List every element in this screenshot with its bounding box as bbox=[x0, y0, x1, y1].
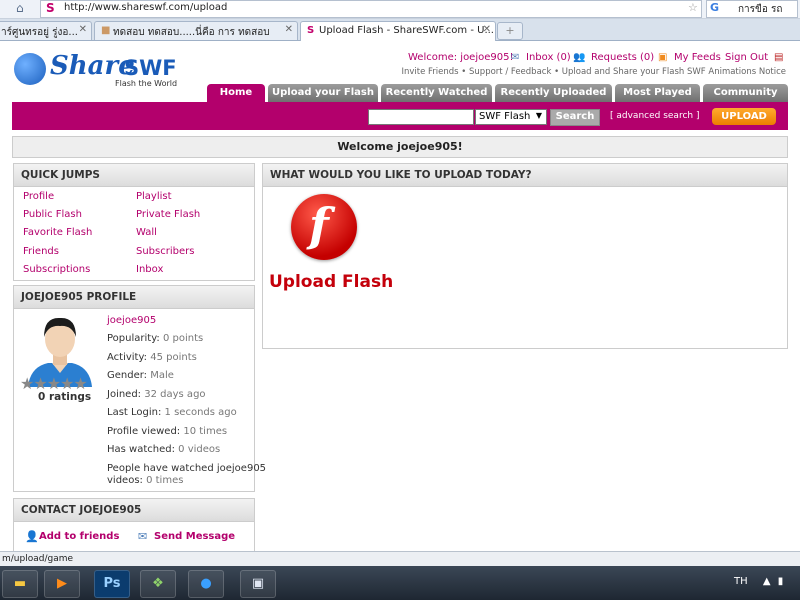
mail-icon: ✉ bbox=[138, 530, 148, 543]
browser-tab-active[interactable]: S Upload Flash - ShareSWF.com - U... ✕ bbox=[300, 21, 496, 41]
quick-jump-subscribers[interactable]: Subscribers bbox=[136, 246, 194, 257]
close-icon[interactable]: ✕ bbox=[285, 24, 293, 35]
stat-has-watched: Has watched: 0 videos bbox=[107, 444, 221, 455]
nav-tab-home[interactable]: Home bbox=[207, 84, 265, 102]
browser-tab-label: ทดสอบ ทดสอบ.....นี่คือ การ ทดสอบ bbox=[113, 27, 270, 38]
logo-tagline: Flash the World bbox=[115, 79, 178, 88]
site-logo[interactable]: Share SWF Flash the World bbox=[14, 51, 214, 91]
quick-jump-friends[interactable]: Friends bbox=[23, 246, 59, 257]
advanced-search-link[interactable]: [ advanced search ] bbox=[610, 111, 699, 121]
mail-icon: ✉ bbox=[511, 52, 520, 63]
search-type-value: SWF Flash bbox=[479, 111, 531, 122]
quick-jump-favorite-flash[interactable]: Favorite Flash bbox=[23, 227, 92, 238]
upload-options-panel: WHAT WOULD YOU LIKE TO UPLOAD TODAY? f U… bbox=[262, 163, 788, 349]
language-indicator[interactable]: TH bbox=[734, 576, 748, 587]
quick-jump-public-flash[interactable]: Public Flash bbox=[23, 209, 82, 220]
profile-username-link[interactable]: joejoe905 bbox=[107, 315, 156, 326]
ratings-count: 0 ratings bbox=[38, 391, 92, 403]
quick-jumps-panel: QUICK JUMPS Profile Public Flash Favorit… bbox=[13, 163, 255, 281]
globe-icon bbox=[14, 53, 46, 85]
messenger-icon[interactable]: ❖ bbox=[140, 570, 176, 598]
tab-favicon-icon: ■ bbox=[101, 25, 111, 36]
search-button[interactable]: Search bbox=[550, 109, 600, 126]
browser-tab-strip: าร์ศูนทรอยู่ รู่งอ... ✕ ■ ทดสอบ ทดสอบ...… bbox=[0, 19, 800, 41]
upload-options-title: WHAT WOULD YOU LIKE TO UPLOAD TODAY? bbox=[263, 164, 787, 187]
close-icon[interactable]: ✕ bbox=[79, 24, 87, 35]
welcome-text: Welcome: joejoe905! bbox=[408, 52, 513, 63]
media-player-icon[interactable]: ▶ bbox=[44, 570, 80, 598]
requests-link[interactable]: Requests (0) bbox=[591, 52, 654, 63]
google-icon[interactable]: G bbox=[710, 1, 719, 14]
tray-arrow-icon[interactable]: ▲ bbox=[763, 576, 771, 587]
quick-jump-subscriptions[interactable]: Subscriptions bbox=[23, 264, 90, 275]
quick-jump-wall[interactable]: Wall bbox=[136, 227, 157, 238]
nav-tab-recently-watched[interactable]: Recently Watched bbox=[381, 84, 492, 102]
welcome-user-link[interactable]: Welcome: joejoe905! bbox=[408, 52, 513, 63]
quick-jump-playlist[interactable]: Playlist bbox=[136, 191, 172, 202]
upload-button[interactable]: UPLOAD bbox=[712, 108, 776, 125]
chevron-down-icon: ▼ bbox=[535, 111, 542, 120]
quick-jumps-title: QUICK JUMPS bbox=[14, 164, 254, 187]
browser-tab-label: าร์ศูนทรอยู่ รู่งอ... bbox=[1, 27, 78, 38]
user-bar: Welcome: joejoe905! ✉ Inbox (0) 👥 Reques… bbox=[360, 52, 788, 66]
sign-out-link[interactable]: Sign Out bbox=[725, 52, 768, 63]
address-bar: ⌂ S http://www.shareswf.com/upload ☆ G ก… bbox=[0, 0, 800, 19]
profile-panel: JOEJOE905 PROFILE ★★★★★ 0 ratings joejoe… bbox=[13, 285, 266, 492]
upload-flash-link[interactable]: Upload Flash bbox=[269, 272, 393, 292]
search-type-select[interactable]: SWF Flash ▼ bbox=[475, 109, 547, 125]
photoshop-icon[interactable]: Ps bbox=[94, 570, 130, 598]
browser-status-bar: m/upload/game bbox=[0, 551, 800, 567]
url-text: http://www.shareswf.com/upload bbox=[64, 2, 228, 13]
search-engine-text: การขือ รถ bbox=[738, 4, 783, 15]
stat-people-watched: People have watched joejoe905 bbox=[107, 463, 267, 474]
requests-icon: 👥 bbox=[573, 52, 586, 63]
search-input[interactable] bbox=[368, 109, 474, 125]
nav-tab-community[interactable]: Community bbox=[703, 84, 788, 102]
contact-panel: CONTACT JOEJOE905 👤 Add to friends ✉ Sen… bbox=[13, 498, 255, 558]
browser-tab-2[interactable]: ■ ทดสอบ ทดสอบ.....นี่คือ การ ทดสอบ ✕ bbox=[94, 21, 298, 40]
firefox-icon[interactable]: ● bbox=[188, 570, 224, 598]
home-icon[interactable]: ⌂ bbox=[16, 1, 32, 15]
nav-tab-most-played[interactable]: Most Played bbox=[615, 84, 700, 102]
welcome-banner: Welcome joejoe905! bbox=[12, 136, 788, 158]
nav-tab-recently-uploaded[interactable]: Recently Uploaded bbox=[495, 84, 612, 102]
inbox-link[interactable]: Inbox (0) bbox=[526, 52, 571, 63]
header-tagline[interactable]: Invite Friends • Support / Feedback • Up… bbox=[380, 67, 786, 77]
browser-tab-label: Upload Flash - ShareSWF.com - U... bbox=[319, 25, 494, 36]
new-tab-button[interactable]: + bbox=[497, 22, 523, 40]
flash-icon[interactable]: f bbox=[291, 194, 357, 260]
add-friend-icon: 👤 bbox=[25, 530, 39, 543]
profile-title: JOEJOE905 PROFILE bbox=[14, 286, 254, 309]
system-tray: TH ▲ ▮ bbox=[734, 576, 783, 587]
stat-gender: Gender: Male bbox=[107, 370, 174, 381]
browser-tab-1[interactable]: าร์ศูนทรอยู่ รู่งอ... ✕ bbox=[0, 21, 92, 40]
logo-share-text: Share bbox=[50, 51, 135, 81]
site-favicon-icon: S bbox=[46, 1, 55, 15]
add-friend-link[interactable]: Add to friends bbox=[39, 531, 119, 542]
stat-last-login: Last Login: 1 seconds ago bbox=[107, 407, 237, 418]
nav-tab-upload[interactable]: Upload your Flash bbox=[268, 84, 378, 102]
stat-activity: Activity: 45 points bbox=[107, 352, 197, 363]
folder-icon[interactable]: ▬ bbox=[2, 570, 38, 598]
bookmark-star-icon[interactable]: ☆ bbox=[688, 1, 698, 14]
stat-popularity: Popularity: 0 points bbox=[107, 333, 204, 344]
send-message-link[interactable]: Send Message bbox=[154, 531, 235, 542]
close-icon[interactable]: ✕ bbox=[483, 24, 491, 35]
contact-title: CONTACT JOEJOE905 bbox=[14, 499, 254, 522]
program-window-icon[interactable]: ▣ bbox=[240, 570, 276, 598]
quick-jump-private-flash[interactable]: Private Flash bbox=[136, 209, 200, 220]
my-feeds-link[interactable]: My Feeds bbox=[674, 52, 721, 63]
quick-jump-inbox[interactable]: Inbox bbox=[136, 264, 163, 275]
network-icon[interactable]: ▮ bbox=[778, 576, 784, 587]
quick-jump-profile[interactable]: Profile bbox=[23, 191, 54, 202]
rss-icon: ▣ bbox=[658, 52, 668, 63]
stat-joined: Joined: 32 days ago bbox=[107, 389, 206, 400]
us-flag-icon[interactable]: ▤ bbox=[774, 52, 783, 63]
stat-people-watched-count: videos: 0 times bbox=[107, 475, 184, 486]
logo-swf-text: SWF bbox=[124, 56, 177, 80]
status-text: m/upload/game bbox=[2, 554, 74, 564]
tab-favicon-icon: S bbox=[307, 25, 315, 36]
stat-profile-viewed: Profile viewed: 10 times bbox=[107, 426, 228, 437]
